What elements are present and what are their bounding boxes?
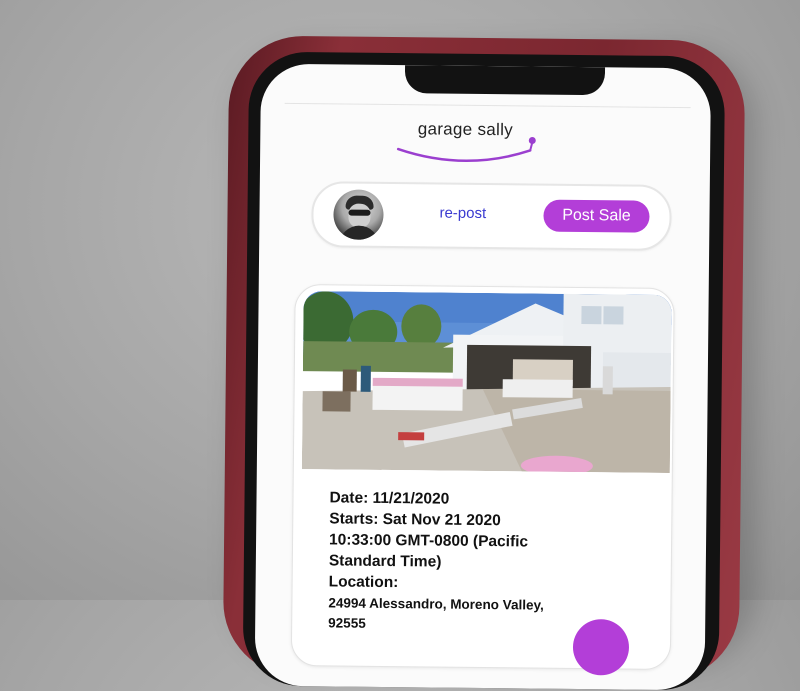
- logo-smile-icon: [396, 136, 536, 163]
- add-button[interactable]: [572, 618, 630, 676]
- phone-notch: [404, 65, 606, 96]
- avatar[interactable]: [333, 189, 384, 240]
- sale-listing-card[interactable]: Date: 11/21/2020 Starts: Sat Nov 21 2020…: [290, 284, 675, 670]
- garage-sale-photo: [301, 291, 672, 473]
- post-sale-button[interactable]: Post Sale: [543, 199, 650, 233]
- app-screen: garage sally re-post Post Sale Date: 11/…: [254, 63, 712, 691]
- header-card: re-post Post Sale: [311, 181, 672, 251]
- avatar-shirt: [339, 225, 380, 240]
- status-divider: [284, 102, 691, 109]
- avatar-sunglasses: [348, 209, 371, 216]
- repost-link[interactable]: re-post: [439, 205, 486, 222]
- garage-sale-scene-icon: [301, 291, 672, 473]
- app-logo: garage sally: [390, 119, 570, 167]
- location-label: Location:: [328, 573, 399, 592]
- phone-frame: garage sally re-post Post Sale Date: 11/…: [222, 35, 746, 691]
- sale-details: Date: 11/21/2020 Starts: Sat Nov 21 2020…: [328, 487, 660, 635]
- sale-address-line-1: 24994 Alessandro, Moreno Valley,: [328, 595, 544, 613]
- phone-bezel: garage sally re-post Post Sale Date: 11/…: [242, 51, 726, 691]
